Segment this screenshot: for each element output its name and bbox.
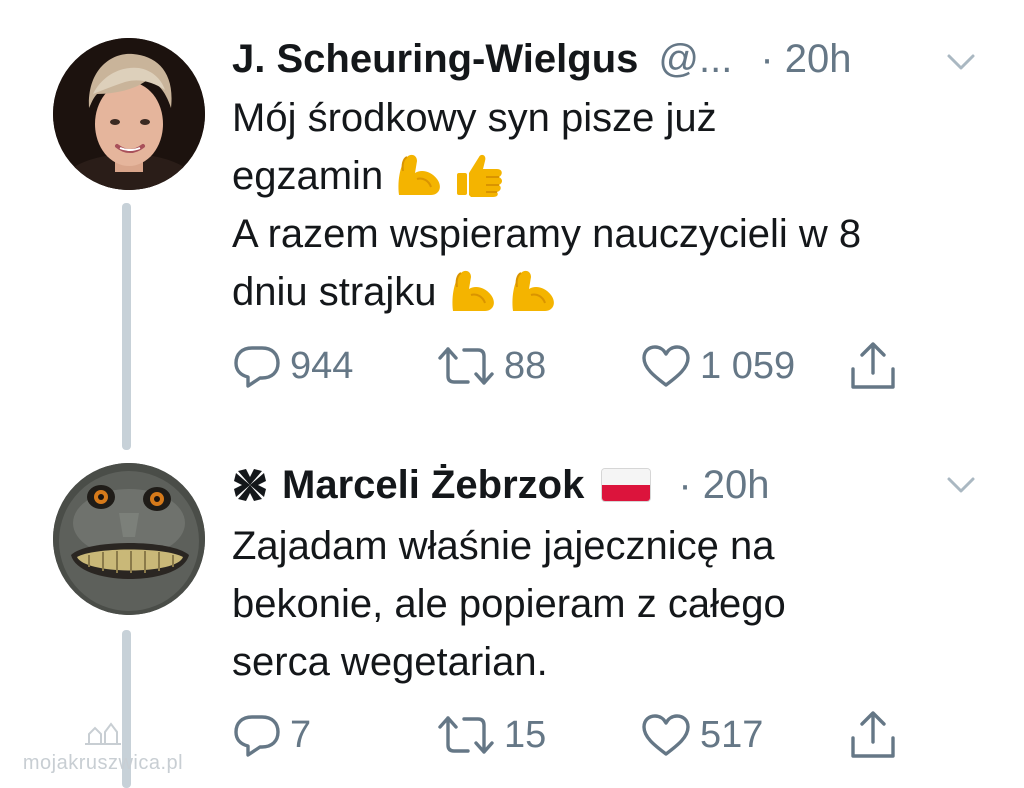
share-icon [851, 711, 895, 758]
tweet-header: J. Scheuring-Wielgus @... · 20h [232, 34, 974, 84]
chevron-down-icon[interactable] [946, 475, 976, 495]
woman-portrait-avatar-icon [53, 38, 205, 190]
tweet-actions: 944 88 1 059 [232, 339, 912, 393]
watermark: mojakruszwica.pl [8, 720, 198, 780]
flexed-biceps-emoji-icon [452, 270, 494, 311]
avatar[interactable] [53, 38, 205, 190]
thread-line [122, 203, 131, 450]
share-icon [851, 342, 895, 389]
reply-count: 944 [290, 344, 354, 387]
tweet-header: Marceli Żebrzok · 20h [232, 460, 974, 510]
like-button[interactable]: 517 [640, 708, 763, 762]
like-count: 517 [700, 713, 764, 756]
tweet-line: dniu strajku [232, 270, 437, 314]
tweet-line: egzamin [232, 154, 384, 198]
like-button[interactable]: 1 059 [640, 339, 795, 393]
tweet-line: Zajadam właśnie jajecznicę na [232, 524, 775, 568]
retweet-button[interactable]: 88 [436, 339, 546, 393]
flexed-biceps-emoji-icon [398, 154, 441, 195]
thumbs-up-emoji-icon [457, 154, 503, 197]
reply-count: 7 [290, 713, 312, 756]
tweet-actions: 7 15 517 [232, 708, 912, 762]
poland-flag-icon [602, 469, 651, 501]
heart-icon [642, 345, 690, 387]
maltese-cross-icon [234, 469, 266, 501]
author-name[interactable]: Marceli Żebrzok [282, 463, 584, 508]
tweet-line: serca wegetarian. [232, 640, 548, 684]
heart-icon [642, 714, 690, 756]
share-button[interactable] [847, 708, 899, 762]
retweet-button[interactable]: 15 [436, 708, 546, 762]
author-handle[interactable]: @... [658, 37, 732, 82]
tweet-line-with-emoji: dniu strajku [232, 263, 992, 321]
tweet-thread: J. Scheuring-Wielgus @... · 20h Mój środ… [0, 0, 1024, 788]
retweet-icon [438, 347, 494, 385]
retweet-count: 88 [504, 344, 547, 387]
retweet-icon [438, 716, 494, 754]
reply-button[interactable]: 944 [232, 339, 353, 393]
tweet[interactable]: J. Scheuring-Wielgus @... · 20h Mój środ… [0, 0, 1024, 450]
retweet-count: 15 [504, 713, 547, 756]
reply-icon [234, 715, 280, 757]
chevron-down-icon[interactable] [946, 52, 976, 72]
like-count: 1 059 [700, 344, 796, 387]
reply-button[interactable]: 7 [232, 708, 311, 762]
reply-icon [234, 346, 280, 388]
flexed-biceps-emoji-icon [512, 270, 554, 311]
tweet-line-with-emoji: egzamin [232, 147, 992, 205]
tweet-line: bekonie, ale popieram z całego [232, 582, 786, 626]
watermark-text: mojakruszwica.pl [22, 752, 184, 774]
timestamp[interactable]: · 20h [760, 37, 851, 82]
tweet-text: Zajadam właśnie jajecznicę na bekonie, a… [232, 517, 992, 691]
tweet-text: Mój środkowy syn pisze już egzamin A raz… [232, 89, 992, 321]
tweet-line: Mój środkowy syn pisze już [232, 96, 717, 140]
avatar[interactable] [53, 463, 205, 615]
watermark-logo-icon [85, 722, 121, 745]
timestamp[interactable]: · 20h [678, 463, 769, 508]
author-name[interactable]: J. Scheuring-Wielgus [232, 37, 638, 82]
share-button[interactable] [847, 339, 899, 393]
grinning-monkey-avatar-icon [53, 463, 205, 615]
tweet-line: A razem wspieramy nauczycieli w 8 [232, 212, 862, 256]
